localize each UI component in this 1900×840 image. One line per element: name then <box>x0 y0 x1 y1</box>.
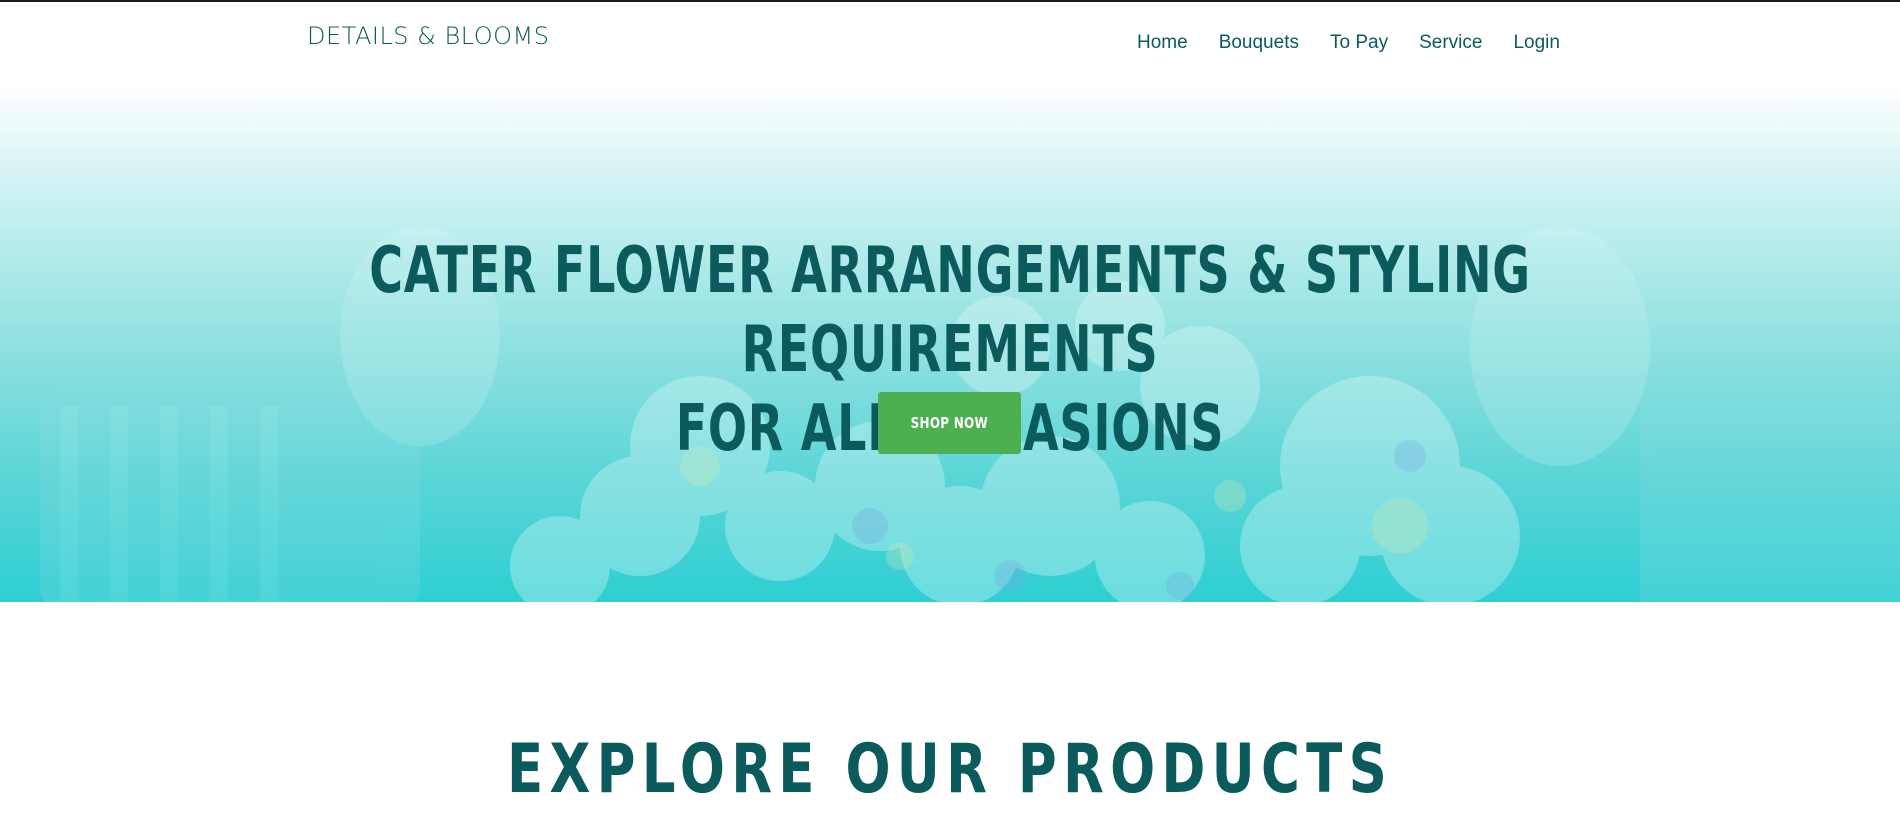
shop-now-button[interactable]: SHOP NOW <box>878 392 1021 454</box>
nav-link-to-pay[interactable]: To Pay <box>1330 32 1388 54</box>
main-nav: Home Bouquets To Pay Service Login <box>1137 32 1560 54</box>
nav-link-service[interactable]: Service <box>1419 32 1482 54</box>
nav-link-login[interactable]: Login <box>1513 32 1560 54</box>
site-header: DETAILS & BLOOMS Home Bouquets To Pay Se… <box>0 2 1900 86</box>
brand-logo[interactable]: DETAILS & BLOOMS <box>307 22 549 50</box>
shop-now-label: SHOP NOW <box>910 414 989 432</box>
hero-headline-line-1: CATER FLOWER ARRANGEMENTS & STYLING REQU… <box>369 234 1531 387</box>
hero-banner: CATER FLOWER ARRANGEMENTS & STYLING REQU… <box>0 86 1900 602</box>
nav-link-home[interactable]: Home <box>1137 32 1188 54</box>
products-section-title: EXPLORE OUR PRODUCTS <box>506 730 1394 809</box>
nav-link-bouquets[interactable]: Bouquets <box>1219 32 1299 54</box>
page: DETAILS & BLOOMS Home Bouquets To Pay Se… <box>0 0 1900 840</box>
